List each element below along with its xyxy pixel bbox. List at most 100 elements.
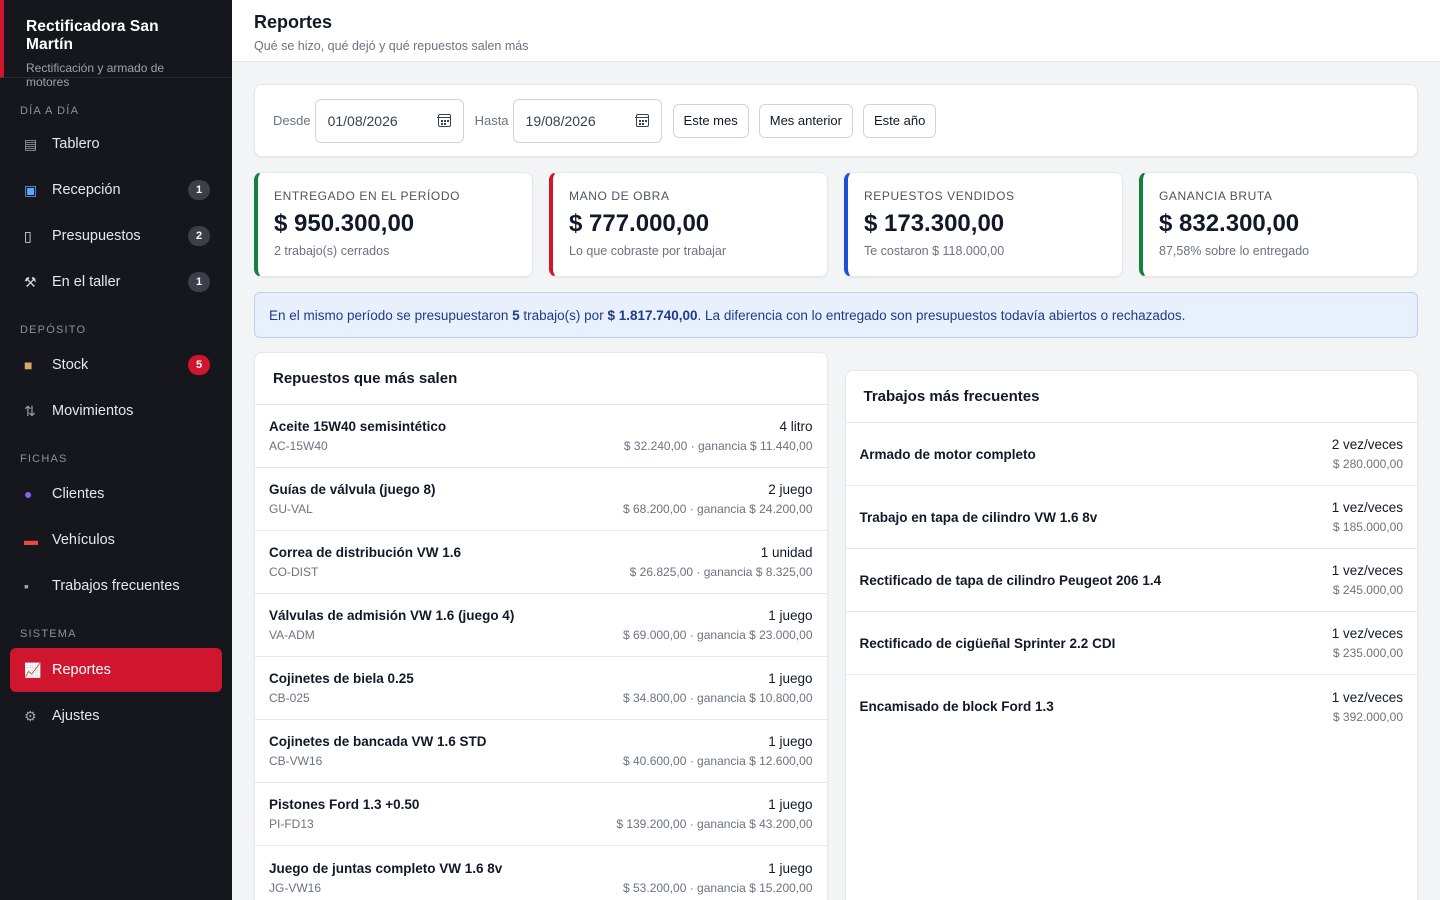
kpi-label: Ganancia bruta — [1159, 189, 1273, 203]
list-item: Rectificado de tapa de cilindro Peugeot … — [845, 549, 1417, 612]
item-quantity: 2 juego — [768, 482, 813, 497]
kpi-note: 2 trabajo(s) cerrados — [274, 244, 390, 258]
sidebar: Rectificadora San Martín Rectificación y… — [0, 0, 232, 900]
kpi-value: $ 950.300,00 — [274, 210, 415, 237]
item-quantity: 1 vez/veces — [1331, 689, 1403, 705]
kpi-note: Lo que cobraste por trabajar — [569, 244, 727, 258]
kpi-repuestos: Repuestos vendidos $ 173.300,00 Te costa… — [844, 172, 1123, 277]
item-code: AC-15W40 — [269, 439, 328, 453]
page-title: Reportes — [254, 12, 333, 32]
sidebar-item-label: Vehículos — [52, 532, 115, 548]
item-name: Válvulas de admisión VW 1.6 (juego 4) — [269, 608, 515, 623]
sidebar-item-presupuestos[interactable]: ▯ Presupuestos 2 — [10, 214, 222, 258]
hasta-label: Hasta — [474, 113, 509, 128]
kpi-mano-de-obra: Mano de obra $ 777.000,00 Lo que cobrast… — [549, 172, 828, 277]
hasta-date-input[interactable]: 19/08/2026 — [512, 98, 662, 143]
desde-date-value: 01/08/2026 — [327, 112, 398, 129]
item-code: CB-VW16 — [269, 754, 323, 768]
nav-section-sistema: SISTEMA — [20, 628, 77, 640]
list-item: Armado de motor completo 2 vez/veces $ 280… — [845, 423, 1417, 486]
item-code: CB-025 — [269, 691, 310, 705]
item-amount: $ 392.000,00 — [1332, 709, 1403, 724]
item-name: Trabajo en tapa de cilindro VW 1.6 8v — [859, 509, 1098, 525]
sidebar-item-stock[interactable]: ■ Stock 5 — [10, 343, 222, 387]
mes-anterior-button[interactable]: Mes anterior — [758, 103, 853, 138]
sidebar-item-clientes[interactable]: ● Clientes — [10, 472, 222, 516]
clipboard-icon: ▤ — [24, 135, 38, 152]
list-item: Aceite 15W40 semisintético AC-15W40 4 litr… — [255, 405, 827, 468]
calendar-icon[interactable] — [635, 114, 650, 127]
item-amount: $ 34.800,00 · ganancia $ 10.800,00 — [623, 691, 813, 705]
item-quantity: 1 juego — [768, 734, 813, 749]
page-header: Reportes Qué se hizo, qué dejó y qué rep… — [232, 0, 1440, 62]
nav-section-dia: DÍA A DÍA — [20, 105, 80, 117]
kpi-cards: Entregado en el período $ 950.300,00 2 t… — [254, 172, 1418, 277]
repuestos-panel: Repuestos que más salen Aceite 15W40 sem… — [254, 352, 828, 900]
item-code: JG-VW16 — [269, 880, 322, 895]
item-amount: $ 26.825,00 · ganancia $ 8.325,00 — [629, 565, 813, 579]
info-banner: En el mismo período se presupuestaron 5 … — [254, 292, 1418, 338]
item-name: Encamisado de block Ford 1.3 — [859, 699, 1054, 714]
sidebar-item-label: Movimientos — [52, 403, 134, 419]
item-quantity: 1 vez/veces — [1331, 500, 1403, 515]
page-subtitle: Qué se hizo, qué dejó y qué repuestos sa… — [254, 39, 529, 53]
sidebar-item-vehiculos[interactable]: ▬ Vehículos — [10, 518, 222, 562]
kpi-value: $ 173.300,00 — [864, 210, 1005, 237]
item-amount: $ 53.200,00 · ganancia $ 15.200,00 — [623, 880, 813, 895]
sidebar-item-taller[interactable]: ⚒ En el taller 1 — [10, 260, 222, 304]
este-mes-button[interactable]: Este mes — [672, 103, 749, 138]
item-name: Correa de distribución VW 1.6 — [269, 545, 462, 560]
item-name: Cojinetes de biela 0.25 — [269, 671, 414, 686]
item-name: Armado de motor completo — [859, 446, 1036, 462]
item-name: Cojinetes de bancada VW 1.6 STD — [269, 734, 487, 749]
tools-icon: ▪ — [24, 578, 29, 594]
sidebar-item-label: Reportes — [52, 662, 111, 678]
hasta-date-value: 19/08/2026 — [525, 112, 596, 129]
trabajos-panel: Trabajos más frecuentes Armado de motor … — [844, 370, 1418, 900]
list-item: Rectificado de cigüeñal Sprinter 2.2 CDI… — [845, 612, 1417, 675]
calendar-icon[interactable] — [437, 114, 452, 127]
item-amount: $ 245.000,00 — [1332, 583, 1403, 597]
sidebar-item-ajustes[interactable]: ⚙ Ajustes — [10, 694, 222, 738]
item-quantity: 1 vez/veces — [1331, 563, 1403, 578]
item-name: Juego de juntas completo VW 1.6 8v — [269, 860, 503, 876]
item-amount: $ 68.200,00 · ganancia $ 24.200,00 — [623, 502, 813, 516]
sidebar-item-tablero[interactable]: ▤ Tablero — [10, 122, 222, 166]
inbox-icon: ▣ — [24, 181, 38, 198]
item-quantity: 1 juego — [768, 860, 813, 876]
item-name: Rectificado de tapa de cilindro Peugeot … — [859, 572, 1162, 588]
nav-section-deposito: DEPÓSITO — [20, 324, 87, 336]
user-icon: ● — [24, 486, 33, 502]
kpi-note: Te costaron $ 118.000,00 — [864, 244, 1005, 258]
chart-icon: 📈 — [24, 661, 42, 678]
kpi-entregado: Entregado en el período $ 950.300,00 2 t… — [254, 172, 533, 277]
item-name: Rectificado de cigüeñal Sprinter 2.2 CDI — [859, 635, 1116, 651]
item-quantity: 1 unidad — [760, 545, 813, 560]
arrows-icon: ⇅ — [24, 402, 36, 419]
item-quantity: 1 juego — [768, 797, 813, 812]
item-quantity: 1 juego — [768, 671, 813, 686]
desde-date-input[interactable]: 01/08/2026 — [314, 98, 464, 143]
list-item: Pistones Ford 1.3 +0.50 PI-FD13 1 juego $ 1… — [255, 783, 827, 846]
este-anio-button[interactable]: Este año — [862, 103, 937, 138]
sidebar-item-label: Recepción — [52, 182, 121, 198]
sidebar-item-movimientos[interactable]: ⇅ Movimientos — [10, 389, 222, 433]
sidebar-item-label: Presupuestos — [52, 228, 141, 244]
gear-icon: ⚙ — [24, 707, 37, 724]
sidebar-item-label: Stock — [52, 357, 89, 373]
sidebar-item-label: Ajustes — [52, 708, 100, 724]
sidebar-item-reportes[interactable]: 📈 Reportes — [10, 648, 222, 692]
info-text: En el mismo período se presupuestaron — [269, 307, 513, 323]
list-item: Guías de válvula (juego 8) GU-VAL 2 juego $… — [255, 468, 827, 531]
list-item: Juego de juntas completo VW 1.6 8v JG-VW1… — [255, 846, 827, 900]
item-name: Pistones Ford 1.3 +0.50 — [269, 797, 420, 812]
item-code: GU-VAL — [269, 502, 313, 516]
list-item: Correa de distribución VW 1.6 CO-DIST 1 un… — [255, 531, 827, 594]
item-amount: $ 32.240,00 · ganancia $ 11.440,00 — [623, 439, 813, 453]
item-amount: $ 69.000,00 · ganancia $ 23.000,00 — [623, 628, 813, 642]
alert-badge: 5 — [188, 355, 210, 375]
sidebar-item-trabajos[interactable]: ▪ Trabajos frecuentes — [10, 564, 222, 608]
item-quantity: 1 juego — [768, 608, 813, 623]
sidebar-item-recepcion[interactable]: ▣ Recepción 1 — [10, 168, 222, 212]
list-item: Encamisado de block Ford 1.3 1 vez/veces $… — [846, 675, 1418, 738]
